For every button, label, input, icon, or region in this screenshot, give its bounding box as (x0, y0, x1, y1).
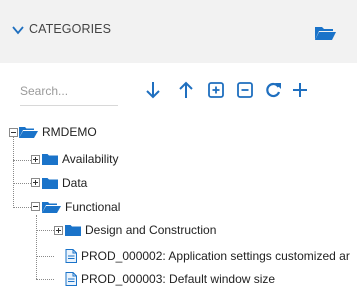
tree-node-label: Functional (65, 200, 121, 214)
tree-node-root[interactable]: RMDEMO (19, 123, 97, 141)
tree-node-design-and-construction[interactable]: Design and Construction (65, 221, 216, 239)
collapse-toggle-icon[interactable] (31, 202, 40, 211)
folder-open-icon[interactable] (314, 24, 336, 41)
refresh-button[interactable] (263, 80, 283, 100)
collapse-all-button[interactable] (235, 80, 255, 100)
tree-line (13, 160, 31, 161)
tree-node-data[interactable]: Data (42, 174, 87, 192)
tree-node-functional[interactable]: Functional (42, 198, 120, 216)
categories-header: CATEGORIES (0, 0, 357, 63)
collapse-toggle-icon[interactable] (9, 128, 18, 137)
expand-toggle-icon[interactable] (31, 155, 40, 164)
tree-node-label: PROD_000002: Application settings custom… (81, 249, 350, 263)
folder-icon (42, 178, 58, 189)
folder-open-icon (19, 126, 38, 138)
arrow-up-icon (179, 81, 193, 98)
tree-node-label: Design and Construction (85, 223, 217, 237)
move-up-button[interactable] (176, 80, 196, 100)
document-icon (65, 272, 77, 286)
expand-toggle-icon[interactable] (54, 226, 63, 235)
expand-all-button[interactable] (206, 80, 226, 100)
tree-line (13, 136, 14, 208)
expand-toggle-icon[interactable] (31, 178, 40, 187)
tree-node-label: PROD_000003: Default window size (81, 272, 276, 286)
tree-node-prod-000002[interactable]: PROD_000002: Application settings custom… (65, 247, 350, 265)
tree-line (36, 230, 54, 231)
tree-node-availability[interactable]: Availability (42, 150, 118, 168)
search-input[interactable] (20, 81, 120, 101)
tree-node-prod-000003[interactable]: PROD_000003: Default window size (65, 270, 275, 288)
search-underline (20, 105, 118, 106)
panel-title: CATEGORIES (29, 22, 112, 36)
tree-line (36, 279, 54, 280)
refresh-icon (266, 82, 281, 98)
document-icon (65, 249, 77, 263)
tree-line (13, 207, 31, 208)
tree-line (36, 215, 37, 279)
add-button[interactable] (290, 80, 310, 100)
tree-node-label: Availability (62, 152, 119, 166)
folder-icon (65, 225, 81, 236)
expand-all-icon (208, 82, 224, 98)
tree-node-label: Data (62, 176, 88, 190)
collapse-all-icon (237, 82, 253, 98)
arrow-down-icon (146, 82, 160, 99)
folder-icon (42, 154, 58, 165)
tree-line (36, 256, 54, 257)
folder-open-icon (42, 201, 61, 213)
chevron-down-icon[interactable] (12, 25, 24, 35)
add-icon (293, 83, 307, 97)
move-down-button[interactable] (143, 80, 163, 100)
tree-node-label: RMDEMO (42, 125, 97, 139)
tree-line (13, 183, 31, 184)
